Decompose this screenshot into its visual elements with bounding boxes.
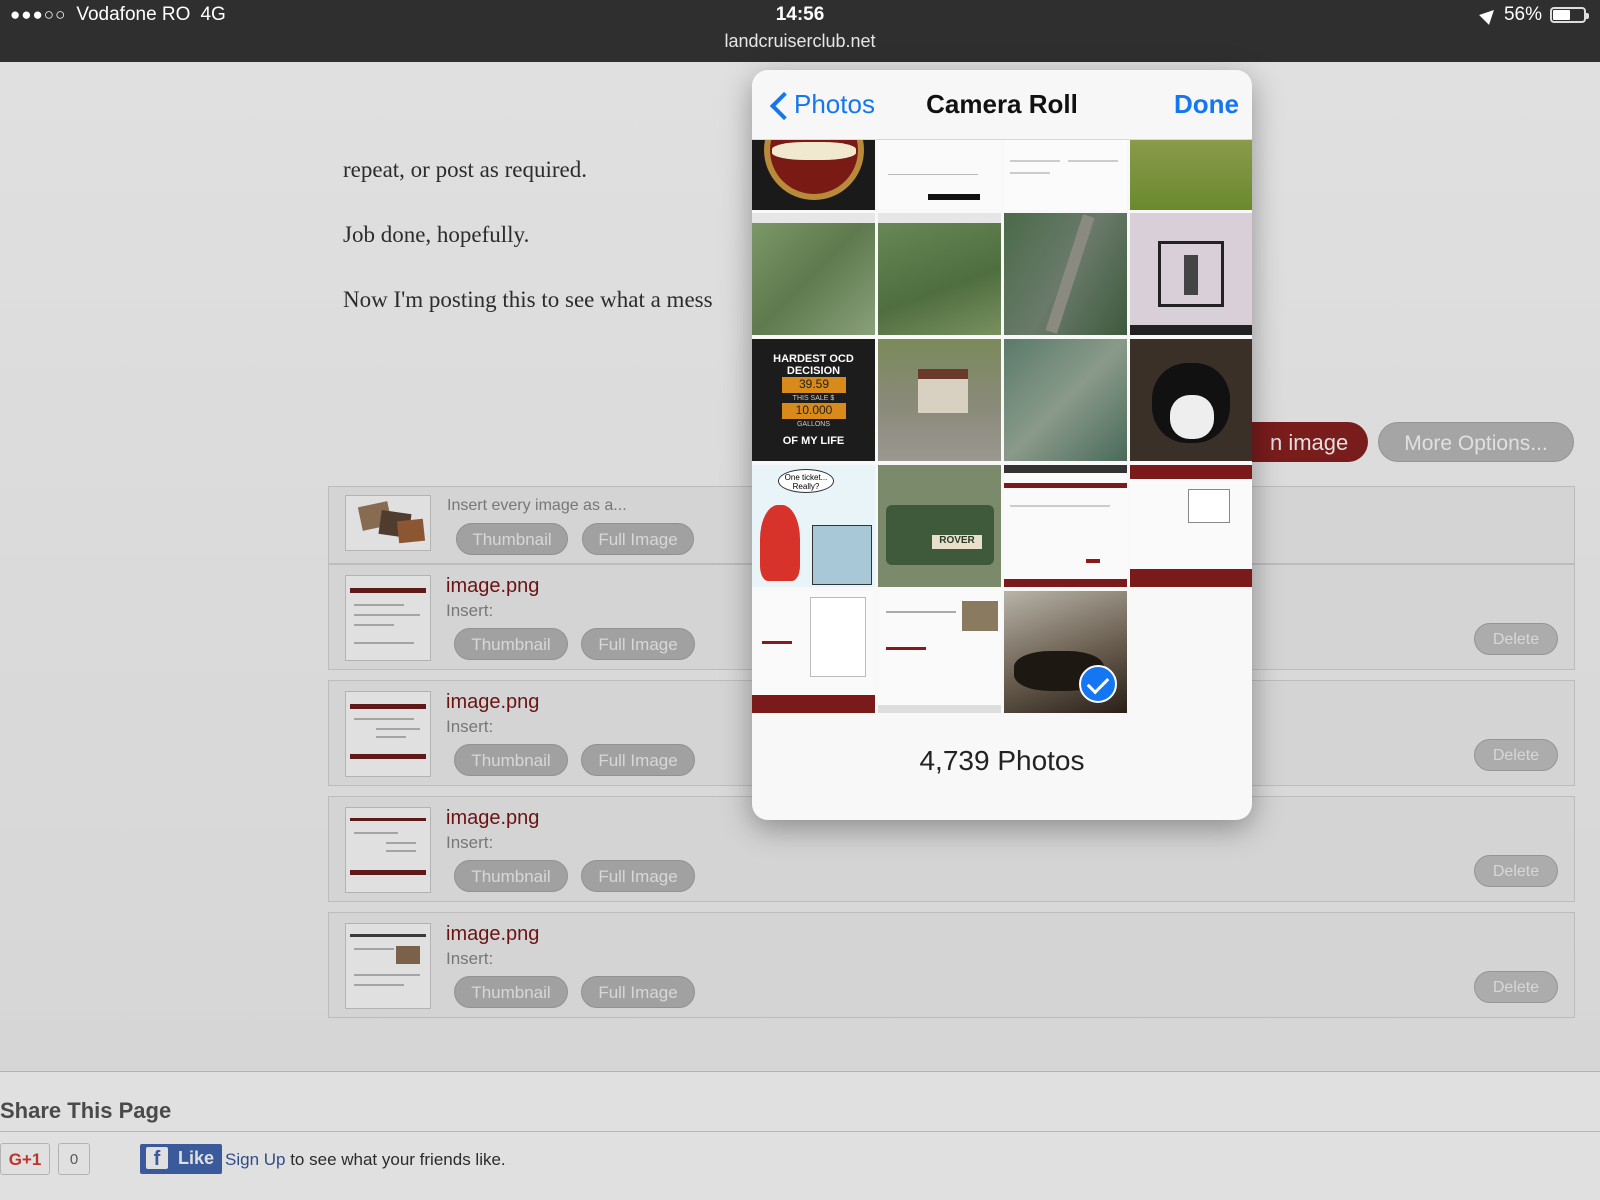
truck-sign: ROVER [932, 535, 982, 549]
attachment-thumbnail[interactable] [345, 575, 431, 661]
google-plus-count: 0 [58, 1143, 90, 1175]
location-arrow-icon [1479, 5, 1499, 25]
facebook-social-text: Sign Up to see what your friends like. [225, 1150, 506, 1170]
meme-bottom-text: OF MY LIFE [782, 435, 845, 447]
photo-thumbnail[interactable] [1130, 213, 1252, 335]
meme-top-text: HARDEST OCD DECISION [773, 353, 854, 377]
delete-attachment-button[interactable]: Delete [1474, 739, 1558, 771]
delete-attachment-button[interactable]: Delete [1474, 855, 1558, 887]
address-bar[interactable]: landcruiserclub.net [0, 31, 1600, 52]
picker-nav-bar: Photos Camera Roll Done [752, 70, 1252, 140]
insert-full-image-button[interactable]: Full Image [581, 860, 695, 892]
facebook-icon: f [146, 1147, 168, 1170]
battery-percent: 56% [1503, 4, 1542, 25]
meme-sale-label: THIS SALE $ [792, 395, 835, 402]
photo-picker-popover: Photos Camera Roll Done HARDEST OCD DECI… [752, 70, 1252, 820]
status-right: 56% [1479, 4, 1589, 26]
post-line-1: repeat, or post as required. [343, 157, 587, 182]
photo-count: 4,739 Photos [919, 745, 1085, 776]
attachment-thumbnail[interactable] [345, 923, 431, 1009]
meme-price: 39.59 [782, 377, 846, 393]
photos-stack-icon [345, 495, 431, 551]
insert-full-image-button[interactable]: Full Image [581, 976, 695, 1008]
insert-every-label: Insert every image as a... [447, 497, 627, 514]
photo-thumbnail-selected[interactable] [1004, 591, 1127, 713]
insert-thumbnail-button[interactable]: Thumbnail [454, 744, 568, 776]
photo-thumbnail[interactable]: ROVER [878, 465, 1001, 587]
photo-thumbnail[interactable] [752, 591, 875, 713]
attachment-insert-label: Insert: [446, 949, 494, 968]
facebook-like-button[interactable]: f Like [140, 1144, 223, 1174]
battery-icon [1550, 7, 1589, 23]
post-line-3: Now I'm posting this to see what a mess [343, 287, 713, 312]
share-page-heading: Share This Page [0, 1098, 172, 1123]
photo-thumbnail[interactable] [1130, 465, 1252, 587]
photo-thumbnail[interactable] [878, 591, 1001, 713]
insert-thumbnail-button[interactable]: Thumbnail [454, 976, 568, 1008]
photo-thumbnail[interactable] [1004, 213, 1127, 335]
more-options-button[interactable]: More Options... [1378, 422, 1574, 462]
photo-thumbnail[interactable] [878, 140, 1001, 210]
attachment-filename[interactable]: image.png [446, 691, 539, 714]
insert-all-full-image-button[interactable]: Full Image [582, 523, 694, 555]
divider [0, 1131, 1600, 1132]
meme-gallons: 10.000 [782, 403, 846, 419]
insert-thumbnail-button[interactable]: Thumbnail [454, 628, 568, 660]
photo-thumbnail[interactable] [752, 140, 875, 210]
insert-full-image-button[interactable]: Full Image [581, 744, 695, 776]
attachment-thumbnail[interactable] [345, 807, 431, 893]
photo-thumbnail[interactable] [878, 213, 1001, 335]
selected-checkmark-icon [1079, 665, 1117, 703]
attachment-filename[interactable]: image.png [446, 807, 539, 830]
attachment-row: image.png Insert: Thumbnail Full Image D… [328, 912, 1575, 1018]
photo-thumbnail[interactable] [1004, 339, 1127, 461]
battery-fill [1553, 10, 1570, 20]
photo-thumbnail[interactable] [878, 339, 1001, 461]
attachment-filename[interactable]: image.png [446, 923, 539, 946]
photo-thumbnail[interactable] [1130, 339, 1252, 461]
delete-attachment-button[interactable]: Delete [1474, 971, 1558, 1003]
photo-thumbnail[interactable]: HARDEST OCD DECISION 39.59 THIS SALE $ 1… [752, 339, 875, 461]
photo-thumbnail[interactable] [1004, 465, 1127, 587]
photo-thumbnail[interactable] [752, 213, 875, 335]
insert-full-image-button[interactable]: Full Image [581, 628, 695, 660]
photo-thumbnail[interactable]: One ticket... Really? [752, 465, 875, 587]
status-bar: ●●●○○ Vodafone RO 4G 14:56 landcruisercl… [0, 0, 1600, 62]
attachment-insert-label: Insert: [446, 601, 494, 620]
photo-thumbnail[interactable] [1004, 140, 1127, 210]
google-plus-button[interactable]: G+1 [0, 1143, 50, 1175]
attachment-filename[interactable]: image.png [446, 575, 539, 598]
attachment-thumbnail[interactable] [345, 691, 431, 777]
attachment-insert-label: Insert: [446, 833, 494, 852]
comic-speech-bubble: One ticket... Really? [778, 469, 834, 493]
facebook-like-label: Like [178, 1148, 215, 1168]
clock: 14:56 [775, 4, 825, 25]
facebook-friends-text: to see what your friends like. [285, 1150, 506, 1169]
facebook-signup-link[interactable]: Sign Up [225, 1150, 285, 1169]
insert-all-thumbnail-button[interactable]: Thumbnail [456, 523, 568, 555]
meme-unit-label: GALLONS [796, 421, 831, 428]
delete-attachment-button[interactable]: Delete [1474, 623, 1558, 655]
photo-thumbnail[interactable] [1130, 140, 1252, 210]
post-line-2: Job done, hopefully. [343, 222, 530, 247]
insert-thumbnail-button[interactable]: Thumbnail [454, 860, 568, 892]
attachment-insert-label: Insert: [446, 717, 494, 736]
done-button[interactable]: Done [1174, 89, 1239, 120]
